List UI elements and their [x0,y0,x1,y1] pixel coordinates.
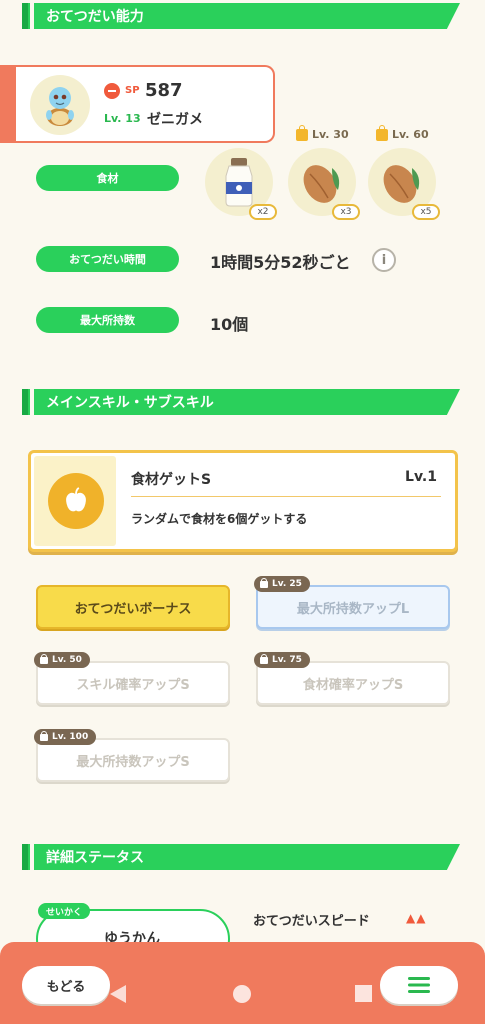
sub-skill-unlock-badge: Lv. 25 [254,576,310,592]
ingredient-slot-3[interactable]: Lv. 60 x5 [368,124,440,220]
lock-icon [40,653,48,664]
unlock-level: Lv. 60 [392,128,429,141]
cacao-bean-icon [303,165,340,203]
max-carry-label-text: 最大所持数 [80,314,135,327]
squirtle-icon [46,87,74,126]
menu-button[interactable] [380,966,458,1004]
ingredient-count-text: x3 [340,207,352,217]
nature-tag: せいかく [38,903,91,919]
main-skill-card[interactable]: 食材ゲットS Lv.1 ランダムで食材を6個ゲットする [28,450,458,552]
section-title: 詳細ステータス [46,850,144,866]
info-button[interactable]: i [372,248,396,272]
ingredient-slot-1[interactable]: x2 [205,148,277,220]
pokeball-icon [104,83,120,99]
milk-bottle-icon [225,158,253,207]
apple-icon [66,487,86,512]
back-button[interactable]: もどる [22,966,110,1004]
help-speed-label: おてつだいスピード [253,914,370,929]
unlock-level: Lv. 75 [272,655,302,665]
help-time-value: 1時間5分52秒ごと [210,253,351,272]
back-button-label: もどる [46,979,86,995]
ingredient-count: x3 [332,204,360,220]
info-icon: i [381,252,387,268]
sub-skill-unlock-badge: Lv. 50 [34,652,90,668]
pokemon-card[interactable]: SP 587 Lv. 13 ゼニガメ [0,65,275,143]
ingredient-count-text: x5 [420,207,432,217]
sub-skill-unlock-badge: Lv. 100 [34,729,97,745]
ingredients-label-text: 食材 [96,172,119,185]
main-skill-icon-panel [34,456,116,546]
unlock-level: Lv. 30 [312,128,349,141]
sub-skill-1[interactable]: おてつだいボーナス [36,585,230,629]
unlock-level: Lv. 50 [52,655,82,665]
sub-skill-5[interactable]: Lv. 100 最大所持数アップS [34,729,230,782]
ingredient-slot-2[interactable]: Lv. 30 x3 [288,124,360,220]
ingredient-unlock-badge: Lv. 60 [376,124,429,141]
sub-skill-label: 食材確率アップS [302,677,404,693]
ingredients-label: 食材 [36,165,179,191]
pokemon-level: Lv. 13 [104,112,141,125]
speed-up-arrows-icon: ▲▲ [406,911,427,925]
ingredient-count: x5 [412,204,440,220]
ingredient-count: x2 [249,204,277,220]
card-stripe [0,65,16,143]
nature-tag-text: せいかく [46,907,83,918]
main-skill-level: Lv.1 [405,469,437,485]
max-carry-label: 最大所持数 [36,307,179,333]
hamburger-menu-icon [408,977,430,993]
section-title: メインスキル・サブスキル [46,395,214,411]
system-back-icon[interactable] [110,985,126,1003]
main-skill-name: 食材ゲットS [131,472,212,488]
sub-skill-label: 最大所持数アップS [76,754,190,770]
lock-icon [40,730,48,741]
ingredient-unlock-badge: Lv. 30 [296,124,349,141]
sub-skill-unlock-badge: Lv. 75 [254,652,310,668]
sub-skill-2[interactable]: Lv. 25 最大所持数アップL [254,576,450,629]
lock-icon [260,653,268,664]
sp-value: 587 [145,80,183,101]
sub-skill-3[interactable]: Lv. 50 スキル確率アップS [34,652,230,705]
pokemon-avatar [30,75,90,135]
sub-skill-4[interactable]: Lv. 75 食材確率アップS [254,652,450,705]
section-header-skills: メインスキル・サブスキル [22,389,460,415]
max-carry-value: 10個 [210,315,249,334]
unlock-level: Lv. 25 [272,579,302,589]
lock-icon [260,577,268,588]
sub-skill-label: スキル確率アップS [76,677,190,693]
pokemon-name: ゼニガメ [147,112,203,128]
section-header-helper-ability: おてつだい能力 [22,3,460,29]
sub-skill-label: おてつだいボーナス [74,601,192,617]
lock-icon [296,124,308,141]
section-header-detail-status: 詳細ステータス [22,844,460,870]
cacao-bean-icon [383,165,420,203]
sub-skill-label: 最大所持数アップL [296,601,410,617]
help-time-label: おてつだい時間 [36,246,179,272]
ingredient-count-text: x2 [257,207,269,217]
system-recent-icon[interactable] [355,985,372,1002]
sp-label: SP [125,85,140,96]
divider [131,496,441,497]
main-skill-description: ランダムで食材を6個ゲットする [131,512,308,526]
main-skill-icon-circle [48,473,104,529]
help-time-label-text: おてつだい時間 [69,253,146,266]
lock-icon [376,124,388,141]
unlock-level: Lv. 100 [52,732,89,742]
section-title: おてつだい能力 [46,9,144,25]
system-home-icon[interactable] [233,985,251,1003]
